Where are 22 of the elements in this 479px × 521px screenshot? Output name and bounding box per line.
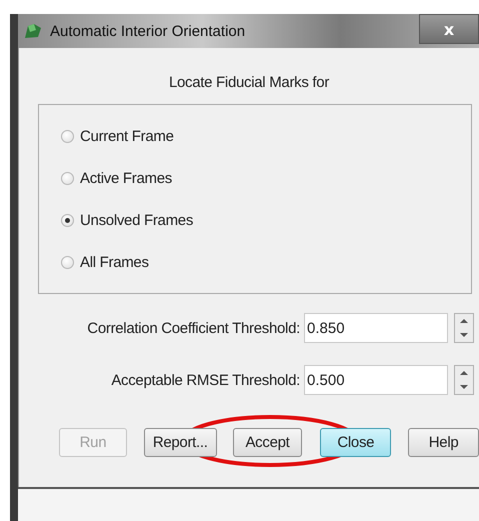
radio-label[interactable]: Current Frame bbox=[80, 128, 174, 144]
spinner-icon[interactable] bbox=[454, 365, 474, 395]
radio-button[interactable] bbox=[61, 214, 74, 226]
radio-button[interactable] bbox=[61, 172, 74, 184]
dialog-button[interactable]: Help bbox=[408, 428, 479, 457]
field-label: Acceptable RMSE Threshold: bbox=[110, 372, 301, 388]
field-label: Correlation Coefficient Threshold: bbox=[86, 320, 301, 336]
dialog-button[interactable]: Report... bbox=[144, 428, 217, 457]
radio-label[interactable]: Active Frames bbox=[80, 170, 172, 186]
spinner-icon[interactable] bbox=[454, 313, 474, 343]
window-title: Automatic Interior Orientation bbox=[50, 22, 246, 40]
section-heading: Locate Fiducial Marks for bbox=[168, 74, 330, 91]
radio-label[interactable]: Unsolved Frames bbox=[80, 212, 194, 228]
dialog-button[interactable]: Accept bbox=[232, 428, 302, 457]
radio-button[interactable] bbox=[61, 256, 74, 268]
radio-label[interactable]: All Frames bbox=[80, 254, 149, 270]
radio-button[interactable] bbox=[61, 130, 74, 142]
threshold-field[interactable]: 0.500 bbox=[304, 365, 448, 395]
dialog-button[interactable]: Close bbox=[320, 428, 392, 457]
threshold-field[interactable]: 0.850 bbox=[304, 313, 448, 343]
app-icon bbox=[24, 23, 42, 39]
window-close-x[interactable]: x bbox=[419, 14, 479, 44]
